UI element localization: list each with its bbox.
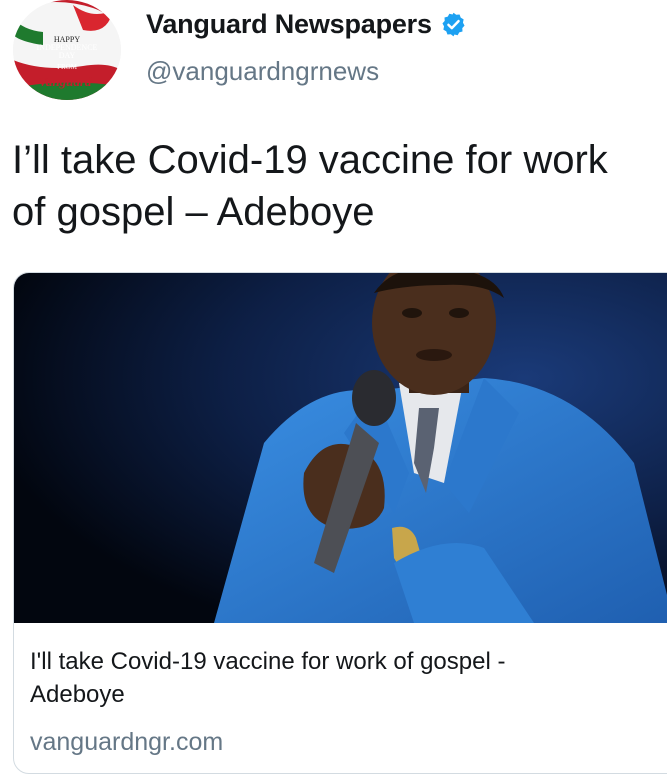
tweet-text: I’ll take Covid-19 vaccine for work of g… (12, 134, 667, 238)
link-preview-card[interactable]: I'll take Covid-19 vaccine for work of g… (13, 272, 667, 774)
author-handle[interactable]: @vanguardngrnews (146, 56, 467, 87)
card-title-line: Adeboye (30, 681, 125, 708)
verified-badge-icon (440, 11, 467, 38)
card-image[interactable] (14, 273, 667, 623)
avatar-text-from: FROM (57, 63, 78, 71)
author-display-name-row[interactable]: Vanguard Newspapers (146, 6, 467, 42)
profile-avatar[interactable]: HAPPY INDEPENDENCE DAY FROM Vanguard (13, 0, 121, 100)
author-display-name[interactable]: Vanguard Newspapers (146, 9, 432, 40)
card-domain[interactable]: vanguardngr.com (30, 728, 223, 757)
card-title-line: I'll take Covid-19 vaccine for work of g… (30, 648, 506, 675)
avatar-text-day: DAY (59, 51, 76, 60)
tweet-text-line: I’ll take Covid-19 vaccine for work (12, 138, 608, 182)
tweet-text-line: of gospel – Adeboye (12, 190, 375, 234)
tweet-author: Vanguard Newspapers @vanguardngrnews (146, 6, 467, 87)
avatar-text-vanguard: Vanguard (39, 74, 92, 89)
card-title[interactable]: I'll take Covid-19 vaccine for work of g… (30, 645, 630, 711)
